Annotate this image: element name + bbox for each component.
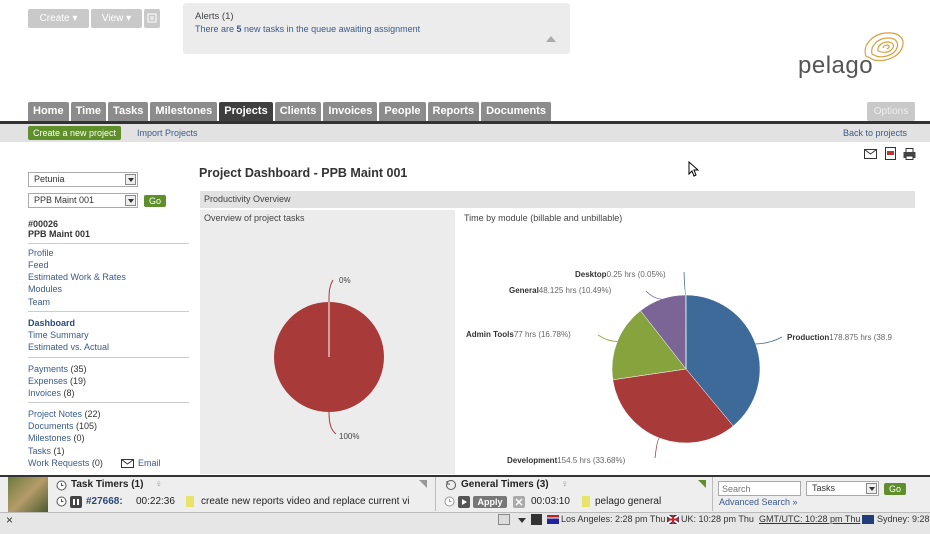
clock-icon [444, 496, 455, 507]
divider [435, 477, 436, 511]
close-icon [515, 498, 523, 506]
task-timer-time: 00:22:36 [136, 496, 175, 507]
slice-name: Development [507, 456, 558, 465]
slice-name: Admin Tools [466, 330, 514, 339]
play-button[interactable] [458, 496, 470, 508]
general-timer-time: 00:03:10 [531, 496, 570, 507]
avatar[interactable] [8, 477, 48, 512]
label-connector [328, 279, 334, 303]
search-type-select[interactable]: Tasks [806, 481, 879, 496]
au-flag-icon [862, 515, 874, 524]
apply-button[interactable]: Apply [473, 496, 507, 508]
slice-value: 0.25 hrs (0.05%) [607, 270, 666, 279]
note-icon [582, 496, 590, 507]
refresh-icon [446, 480, 456, 490]
clock-uk: UK: 10:28 pm Thu [681, 514, 754, 524]
slice-name: Production [787, 333, 829, 342]
advanced-search-link[interactable]: Advanced Search » [719, 497, 798, 507]
search-type-value: Tasks [812, 483, 836, 493]
data-label: 0% [339, 276, 351, 285]
lightbulb-icon: ♀ [561, 479, 569, 490]
clock-icon [56, 496, 67, 507]
task-timer-id[interactable]: #27668: [86, 496, 123, 507]
label-connector [328, 411, 337, 435]
data-label: Development154.5 hrs (33.68%) [507, 456, 626, 465]
calendar-icon[interactable] [531, 514, 542, 525]
slice-value: 178.875 hrs (38.9 [829, 333, 892, 342]
lightbulb-icon: ♀ [155, 479, 163, 490]
label-connector [654, 437, 660, 459]
clock-sydney: Sydney: 9:28 a [877, 514, 930, 524]
data-label: Desktop0.25 hrs (0.05%) [575, 270, 666, 279]
settings-icon[interactable] [498, 514, 510, 525]
stop-button[interactable] [513, 496, 525, 508]
task-timers-title[interactable]: Task Timers (1) [71, 479, 143, 490]
pause-button[interactable] [70, 496, 82, 508]
slice-name: Desktop [575, 270, 607, 279]
chevron-down-icon [866, 483, 877, 494]
corner-icon [698, 480, 706, 488]
search-input[interactable] [718, 481, 801, 496]
data-label: Production178.875 hrs (38.9 [787, 333, 892, 342]
divider [712, 477, 713, 511]
data-label: Admin Tools77 hrs (16.78%) [466, 330, 571, 339]
label-connector [597, 334, 618, 342]
pause-icon [73, 499, 79, 505]
close-icon[interactable]: × [6, 513, 13, 527]
data-label: 100% [339, 432, 359, 441]
slice-value: 154.5 hrs (33.68%) [557, 456, 625, 465]
label-connector [755, 336, 783, 345]
clock-los-angeles: Los Angeles: 2:28 pm Thu [561, 514, 666, 524]
slice-value: 48.125 hrs (10.49%) [539, 286, 612, 295]
play-icon [462, 499, 467, 505]
clock-icon [56, 480, 67, 491]
data-label: General48.125 hrs (10.49%) [509, 286, 612, 295]
uk-flag-icon [666, 514, 680, 525]
general-timer-description[interactable]: pelago general [595, 496, 661, 507]
task-timer-description[interactable]: create new reports video and replace cur… [201, 496, 426, 507]
charts-svg: 0% 100% Production178.875 hrs (38.9 Develop… [274, 270, 892, 465]
corner-icon [419, 480, 427, 488]
label-connector [645, 290, 662, 300]
note-icon [186, 496, 194, 507]
search-go-button[interactable]: Go [884, 483, 907, 495]
slice-name: General [509, 286, 539, 295]
general-timers-title[interactable]: General Timers (3) [461, 479, 549, 490]
chevron-down-icon[interactable] [518, 518, 526, 523]
clock-gmt: GMT/UTC: 10:28 pm Thu [759, 514, 861, 524]
us-flag-icon [547, 515, 559, 524]
label-connector [683, 271, 687, 296]
slice-value: 77 hrs (16.78%) [514, 330, 571, 339]
